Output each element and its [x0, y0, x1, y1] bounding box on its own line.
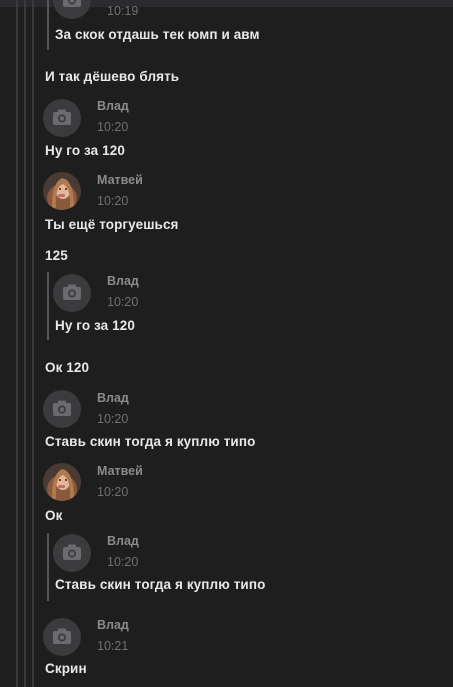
quoted-message-text: За скок отдашь тек юмп и авм: [55, 27, 260, 42]
message-text: Ставь скин тогда я куплю типо: [45, 434, 256, 449]
quoted-author-name[interactable]: Влад: [107, 274, 139, 288]
camera-icon: [53, 400, 71, 416]
message-text: И так дёшево блять: [45, 69, 180, 84]
avatar[interactable]: [43, 618, 81, 656]
message-text: 125: [45, 248, 68, 263]
message-time: 10:21: [97, 639, 129, 653]
quote-bar: [47, 272, 49, 340]
author-name[interactable]: Влад: [97, 391, 129, 405]
quoted-message-text: Ну го за 120: [55, 318, 135, 333]
avatar[interactable]: [43, 390, 81, 428]
profile-photo-icon: [43, 463, 81, 501]
author-name[interactable]: Матвей: [97, 173, 143, 187]
author-name[interactable]: Влад: [97, 618, 129, 632]
thread-rail-2: [24, 0, 26, 687]
message-time: 10:20: [97, 120, 129, 134]
quoted-message-time: 10:20: [107, 295, 139, 309]
profile-photo-icon: [43, 172, 81, 210]
author-name[interactable]: Влад: [97, 99, 129, 113]
camera-icon: [63, 284, 81, 300]
avatar[interactable]: [43, 172, 81, 210]
message-time: 10:20: [97, 412, 129, 426]
quoted-message-time: 10:20: [107, 555, 139, 569]
message-text: Ок: [45, 508, 63, 523]
message-text: Ты ещё торгуешься: [45, 217, 179, 232]
message-text: Ок 120: [45, 360, 90, 375]
quote-bar: [47, 0, 49, 50]
quote-bar: [47, 533, 49, 601]
camera-icon: [63, 544, 81, 560]
author-name[interactable]: Матвей: [97, 464, 143, 478]
avatar[interactable]: [53, 534, 91, 572]
message-time: 10:20: [97, 485, 129, 499]
camera-icon: [53, 109, 71, 125]
message-text: Скрин: [45, 661, 87, 676]
avatar[interactable]: [53, 0, 91, 19]
quoted-message-text: Ставь скин тогда я куплю типо: [55, 577, 266, 592]
message-text: Ну го за 120: [45, 143, 125, 158]
quoted-author-name[interactable]: Влад: [107, 534, 139, 548]
thread-rail-3: [32, 0, 34, 687]
camera-icon: [53, 628, 71, 644]
avatar[interactable]: [53, 274, 91, 312]
message-time: 10:20: [97, 194, 129, 208]
avatar[interactable]: [43, 99, 81, 137]
thread-rail-1: [16, 0, 18, 687]
message-time: 10:19: [107, 4, 139, 18]
avatar[interactable]: [43, 463, 81, 501]
camera-icon: [63, 0, 81, 7]
